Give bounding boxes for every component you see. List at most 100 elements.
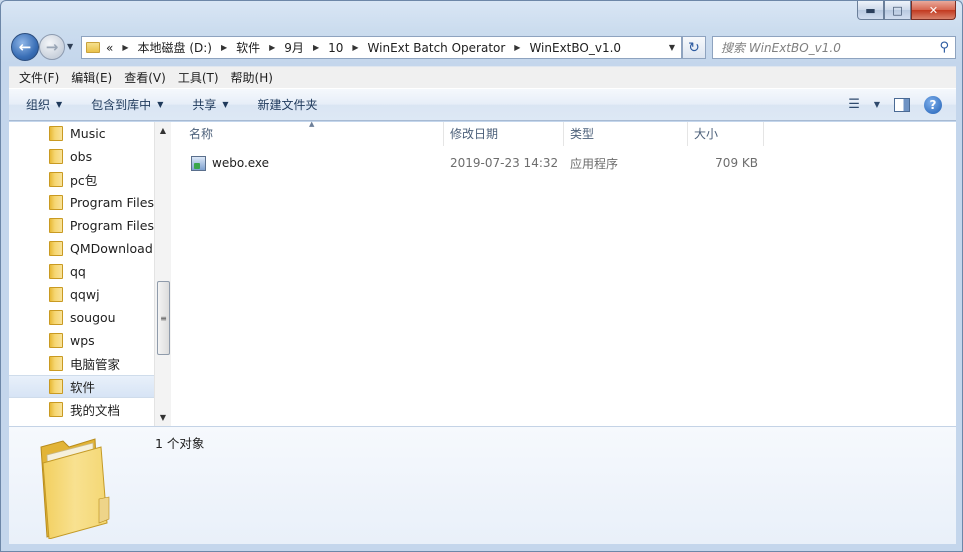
nav-item-obs[interactable]: obs (9, 145, 154, 168)
file-type: 应用程序 (570, 156, 619, 171)
scroll-up-icon[interactable]: ▲ (155, 122, 171, 139)
search-box: ⚲ (712, 36, 956, 59)
chevron-right-icon[interactable]: ▶ (352, 43, 358, 52)
file-name: webo.exe (212, 156, 270, 170)
menu-edit[interactable]: 编辑(E) (65, 69, 118, 86)
nav-item-label: Program Files (69, 195, 154, 210)
view-options-dropdown-icon[interactable]: ▼ (874, 100, 880, 109)
breadcrumb-item[interactable]: 软件 (236, 39, 260, 56)
menu-view[interactable]: 查看(V) (118, 69, 172, 86)
nav-item-program-files-2[interactable]: Program Files (9, 214, 154, 237)
breadcrumb-item[interactable]: 9月 (284, 39, 304, 56)
include-library-button[interactable]: 包含到库中 ▼ (71, 96, 172, 113)
minimize-button[interactable]: ▬ (857, 1, 884, 20)
organize-label: 组织 (26, 98, 51, 112)
forward-button[interactable]: → (39, 34, 65, 60)
nav-pane-scrollbar[interactable]: ▲ ≡ ▼ (154, 122, 171, 426)
include-library-label: 包含到库中 (91, 98, 152, 112)
column-header-name[interactable]: ▲ 名称 (173, 119, 444, 146)
nav-item-pc-bao[interactable]: pc包 (9, 168, 154, 191)
column-label: 名称 (189, 127, 214, 141)
nav-item-label: sougou (70, 310, 116, 325)
help-icon[interactable]: ? (924, 95, 942, 114)
file-row[interactable]: webo.exe 2019-07-23 14:32 应用程序 709 KB (173, 152, 956, 174)
chevron-right-icon[interactable]: ▶ (514, 43, 520, 52)
change-view-icon[interactable]: ☰ (848, 97, 860, 112)
grip-icon: ≡ (160, 313, 167, 323)
column-label: 大小 (694, 127, 719, 141)
nav-item-label: Program Files (69, 218, 154, 233)
breadcrumb-item[interactable]: WinExt Batch Operator (368, 41, 506, 55)
folder-icon (49, 195, 63, 210)
minimize-icon: ▬ (865, 3, 876, 17)
sort-ascending-icon: ▲ (309, 119, 315, 128)
close-button[interactable]: ✕ (911, 1, 956, 20)
nav-item-label: qq (70, 264, 86, 279)
content-area: Music obs pc包 Program Files Program File… (9, 119, 956, 426)
share-button[interactable]: 共享 ▼ (172, 96, 237, 113)
nav-item-qq[interactable]: qq (9, 260, 154, 283)
nav-item-program-files[interactable]: Program Files (9, 191, 154, 214)
chevron-down-icon: ▼ (56, 100, 63, 109)
nav-item-label: QMDownload (70, 241, 153, 256)
organize-button[interactable]: 组织 ▼ (9, 96, 71, 113)
menu-help[interactable]: 帮助(H) (225, 69, 279, 86)
folder-icon (49, 287, 63, 302)
address-overflow[interactable]: « (106, 41, 113, 55)
nav-item-sougou[interactable]: sougou (9, 306, 154, 329)
folder-icon (49, 333, 63, 348)
explorer-window: ▬ □ ✕ ← → ▼ « ▶ 本地磁盘 (D:) ▶ 软件 ▶ 9月 ▶ 10… (0, 0, 963, 552)
close-icon: ✕ (928, 3, 939, 17)
address-bar[interactable]: « ▶ 本地磁盘 (D:) ▶ 软件 ▶ 9月 ▶ 10 ▶ WinExt Ba… (81, 36, 682, 59)
file-list: ▲ 名称 修改日期 类型 大小 webo.exe 2019-07-23 14:3… (173, 119, 956, 426)
column-header-type[interactable]: 类型 (564, 121, 688, 146)
share-label: 共享 (192, 98, 217, 112)
chevron-right-icon[interactable]: ▶ (269, 43, 275, 52)
file-name-cell[interactable]: webo.exe (173, 155, 444, 171)
chevron-right-icon[interactable]: ▶ (313, 43, 319, 52)
nav-item-qqwj[interactable]: qqwj (9, 283, 154, 306)
scrollbar-thumb[interactable]: ≡ (157, 281, 170, 355)
folder-icon (49, 379, 63, 394)
breadcrumb-item[interactable]: 本地磁盘 (D:) (138, 39, 212, 56)
nav-item-pc-manager[interactable]: 电脑管家 (9, 352, 154, 375)
scroll-down-icon[interactable]: ▼ (155, 409, 171, 426)
nav-item-label: pc包 (70, 173, 98, 188)
recent-pages-dropdown[interactable]: ▼ (67, 42, 73, 51)
search-input[interactable] (721, 40, 931, 55)
breadcrumb-item[interactable]: WinExtBO_v1.0 (529, 41, 621, 55)
address-dropdown-icon[interactable]: ▼ (669, 43, 675, 52)
nav-item-qmdownload[interactable]: QMDownload (9, 237, 154, 260)
application-icon (191, 155, 206, 171)
menu-file[interactable]: 文件(F) (13, 69, 65, 86)
breadcrumb-item[interactable]: 10 (328, 41, 343, 55)
menu-tools[interactable]: 工具(T) (172, 69, 225, 86)
new-folder-button[interactable]: 新建文件夹 (238, 96, 327, 113)
new-folder-label: 新建文件夹 (257, 98, 318, 112)
arrow-right-icon: → (45, 38, 59, 56)
refresh-button[interactable]: ↻ (682, 36, 706, 59)
folder-icon (49, 264, 63, 279)
folder-icon (49, 356, 63, 371)
preview-pane-icon[interactable] (894, 97, 910, 112)
large-folder-icon (40, 438, 110, 539)
column-header-date[interactable]: 修改日期 (444, 121, 564, 146)
chevron-right-icon[interactable]: ▶ (221, 43, 227, 52)
search-icon[interactable]: ⚲ (939, 40, 949, 55)
nav-item-label: 我的文档 (70, 403, 121, 418)
navigation-pane: Music obs pc包 Program Files Program File… (9, 122, 154, 426)
chevron-right-icon[interactable]: ▶ (122, 43, 128, 52)
maximize-button[interactable]: □ (884, 1, 911, 20)
nav-item-my-documents[interactable]: 我的文档 (9, 398, 154, 421)
menu-bar: 文件(F) 编辑(E) 查看(V) 工具(T) 帮助(H) (9, 66, 956, 88)
nav-item-music[interactable]: Music (9, 122, 154, 145)
back-button[interactable]: ← (11, 33, 39, 61)
column-label: 修改日期 (450, 127, 499, 141)
file-size: 709 KB (715, 156, 758, 170)
nav-item-software[interactable]: 软件 (9, 375, 154, 398)
column-header-size[interactable]: 大小 (688, 121, 764, 146)
nav-item-label: 软件 (70, 380, 96, 395)
folder-icon (86, 42, 100, 53)
nav-item-label: 电脑管家 (70, 357, 121, 372)
nav-item-wps[interactable]: wps (9, 329, 154, 352)
